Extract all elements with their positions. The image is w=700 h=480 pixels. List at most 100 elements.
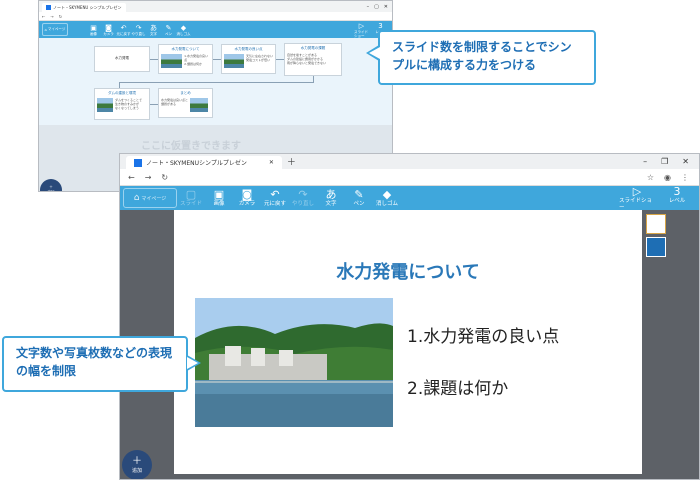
back-home-button[interactable]: ⌂ マイページ bbox=[42, 23, 68, 36]
thumbnail-slide-1[interactable] bbox=[646, 214, 666, 234]
back-nav-back-icon[interactable]: ← bbox=[42, 14, 45, 19]
flow-slide-photo bbox=[190, 98, 209, 112]
minimize-icon[interactable]: – bbox=[643, 157, 647, 166]
front-app-toolbar: ⌂ マイページ ▢ スライド ▣ 画像 ◙ カメラ ↶ 元に戻す ↷ やり直しあ文字 ✎ ペン ◆ 消しゴ… bbox=[120, 185, 699, 212]
app-favicon-icon bbox=[46, 5, 51, 10]
home-button[interactable]: ⌂ マイページ bbox=[123, 188, 177, 208]
reload-icon[interactable]: ↻ bbox=[161, 173, 168, 182]
dam-photo[interactable] bbox=[195, 298, 393, 427]
add-button[interactable]: ＋ 追加 bbox=[122, 450, 152, 479]
back-address-bar: ← → ↻ bbox=[39, 12, 392, 21]
flow-slide-4[interactable]: 水力発電の課題 自然を壊すことがある ダムの建設に費用がかかる 雨が降らないと発… bbox=[284, 43, 342, 76]
eraser-icon: ◆ bbox=[382, 188, 392, 201]
account-icon[interactable]: ◉ bbox=[664, 173, 671, 182]
slide-title[interactable]: 水力発電について bbox=[174, 258, 642, 284]
back-window-controls: – ▢ ✕ bbox=[367, 4, 392, 10]
front-tool-redo-button[interactable]: ↷ やり直し bbox=[289, 188, 317, 208]
flow-slide-3[interactable]: 水力発電の良い点 天気に左右されない 発電コストが低い bbox=[221, 44, 276, 74]
flow-slide-1[interactable]: 水力発電 bbox=[94, 46, 150, 72]
front-tool-add-slide-button[interactable]: ▢ スライド bbox=[177, 188, 205, 208]
home-icon: ⌂ bbox=[44, 27, 47, 32]
slide-bullet-2[interactable]: 2.課題は何か bbox=[407, 374, 508, 399]
bookmark-star-icon[interactable]: ☆ bbox=[647, 173, 654, 182]
minimize-icon[interactable]: – bbox=[367, 4, 370, 10]
redo-icon: ↷ bbox=[298, 188, 308, 201]
flow-arrow bbox=[213, 59, 221, 60]
text-icon: あ bbox=[325, 188, 337, 201]
flow-slide-photo bbox=[224, 54, 244, 68]
nav-forward-icon[interactable]: → bbox=[145, 173, 152, 182]
slide-flow-canvas: 水力発電 水力発電について 1.水力発電の良い点 2.課題は何か 水力発電の良い点… bbox=[39, 38, 392, 125]
flow-arrow bbox=[276, 59, 284, 60]
flow-slide-5[interactable]: ダムの建設と環境 ダムをつくることで 生き物のすみかが なくなってしまう bbox=[94, 88, 150, 120]
screenshot-composite: ノート・SKYMENU シンプルプレゼン – ▢ ✕ ← → ↻ ⌂ マイページ… bbox=[0, 0, 700, 480]
close-icon[interactable]: ✕ bbox=[682, 157, 689, 166]
front-window: ノート・SKYMENUシンプルプレゼン ✕ ＋ – ❐ ✕ ← → ↻ ☆ ◉ … bbox=[119, 153, 700, 480]
back-titlebar: ノート・SKYMENU シンプルプレゼン – ▢ ✕ bbox=[39, 1, 392, 12]
flow-arrow bbox=[150, 104, 158, 105]
front-tool-camera-button[interactable]: ◙ カメラ bbox=[233, 188, 261, 208]
slide-canvas[interactable]: 水力発電について 1.水力発電の良い点 2.課題は何か bbox=[174, 210, 642, 474]
front-titlebar: ノート・SKYMENUシンプルプレゼン ✕ ＋ – ❐ ✕ bbox=[120, 154, 699, 169]
back-nav-forward-icon[interactable]: → bbox=[50, 14, 53, 19]
front-address-bar: ← → ↻ ☆ ◉ ⋮ bbox=[120, 169, 699, 186]
back-tool-redo-button[interactable]: ↷ やり直し bbox=[131, 24, 146, 36]
slide-thumbnails bbox=[646, 214, 668, 260]
new-tab-icon[interactable]: ＋ bbox=[287, 154, 296, 169]
front-tool-undo-button[interactable]: ↶ 元に戻す bbox=[261, 188, 289, 208]
image-icon: ▣ bbox=[213, 188, 225, 201]
slideshow-icon: ▷ bbox=[358, 21, 365, 30]
pen-icon: ✎ bbox=[354, 188, 364, 201]
camera-icon: ◙ bbox=[105, 23, 112, 32]
back-slideshow-button[interactable]: ▷ スライドショー bbox=[354, 22, 369, 38]
thumbnail-slide-2[interactable] bbox=[646, 237, 666, 257]
level-badge: 3 bbox=[378, 21, 383, 30]
back-tool-undo-button[interactable]: ↶ 元に戻す bbox=[116, 24, 131, 36]
text-icon: あ bbox=[150, 23, 157, 32]
flow-slide-6[interactable]: まとめ 水力発電は良い点と 課題がある bbox=[158, 88, 213, 118]
slide-bullet-1[interactable]: 1.水力発電の良い点 bbox=[407, 322, 559, 347]
front-tool-eraser-button[interactable]: ◆ 消しゴム bbox=[373, 188, 401, 208]
camera-icon: ◙ bbox=[241, 188, 253, 201]
image-icon: ▣ bbox=[90, 23, 97, 32]
back-tool-pen-button[interactable]: ✎ ペン bbox=[161, 24, 176, 36]
front-browser-tab[interactable]: ノート・SKYMENUシンプルプレゼン ✕ bbox=[126, 156, 282, 169]
nav-back-icon[interactable]: ← bbox=[128, 173, 135, 182]
flow-arrow bbox=[119, 82, 314, 83]
back-tab-title: ノート・SKYMENU シンプルプレゼン bbox=[53, 4, 122, 10]
callout-pointer-fill bbox=[187, 357, 198, 369]
slide-workarea: 水力発電について 1.水力発電の良い点 2.課題は何か ＋ 追加 bbox=[120, 210, 699, 479]
undo-icon: ↶ bbox=[270, 188, 280, 201]
back-toolbar-tools: ▣ 画像 ◙ カメラ ↶ 元に戻す ↷ やり直しあ文字 ✎ ペン ◆ 消しゴム bbox=[86, 24, 191, 36]
flow-slide-photo bbox=[161, 54, 183, 68]
back-tool-camera-button[interactable]: ◙ カメラ bbox=[101, 24, 116, 36]
slideshow-icon: ▷ bbox=[632, 184, 642, 198]
close-icon[interactable]: ✕ bbox=[384, 4, 388, 10]
front-tool-image-button[interactable]: ▣ 画像 bbox=[205, 188, 233, 208]
add-slide-icon: ▢ bbox=[185, 188, 197, 201]
maximize-icon[interactable]: ▢ bbox=[374, 4, 379, 10]
front-tab-title: ノート・SKYMENUシンプルプレゼン bbox=[146, 160, 247, 167]
back-browser-tab[interactable]: ノート・SKYMENU シンプルプレゼン bbox=[42, 3, 126, 12]
app-favicon-icon bbox=[134, 158, 142, 167]
flow-arrow bbox=[150, 59, 158, 60]
front-tool-pen-button[interactable]: ✎ ペン bbox=[345, 188, 373, 208]
front-toolbar-right: ▷ スライドショー 3 レベル bbox=[619, 185, 699, 212]
back-app-toolbar: ⌂ マイページ ▣ 画像 ◙ カメラ ↶ 元に戻す ↷ やり直しあ文字 ✎ ペン ◆ 消しゴム ▷ ス… bbox=[39, 21, 392, 38]
back-tool-image-button[interactable]: ▣ 画像 bbox=[86, 24, 101, 36]
back-reload-icon[interactable]: ↻ bbox=[59, 14, 62, 19]
callout-pointer-fill bbox=[369, 47, 380, 59]
drop-area-hint: ここに仮置きできます bbox=[141, 141, 241, 152]
back-tool-eraser-button[interactable]: ◆ 消しゴム bbox=[176, 24, 191, 36]
flow-slide-photo bbox=[97, 98, 113, 112]
slideshow-button[interactable]: ▷ スライドショー bbox=[619, 185, 655, 212]
maximize-icon[interactable]: ❐ bbox=[661, 157, 668, 166]
front-tool-text-button[interactable]: あ文字 bbox=[317, 188, 345, 208]
back-tool-text-button[interactable]: あ文字 bbox=[146, 24, 161, 36]
browser-menu-icon[interactable]: ⋮ bbox=[681, 173, 689, 182]
flow-slide-2[interactable]: 水力発電について 1.水力発電の良い点 2.課題は何か bbox=[158, 44, 213, 74]
tab-close-icon[interactable]: ✕ bbox=[269, 159, 274, 166]
undo-icon: ↶ bbox=[120, 23, 127, 32]
level-button[interactable]: 3 レベル bbox=[663, 185, 691, 212]
front-toolbar-tools: ▢ スライド ▣ 画像 ◙ カメラ ↶ 元に戻す ↷ やり直しあ文字 ✎ ペン ◆ 消しゴム bbox=[177, 188, 401, 208]
